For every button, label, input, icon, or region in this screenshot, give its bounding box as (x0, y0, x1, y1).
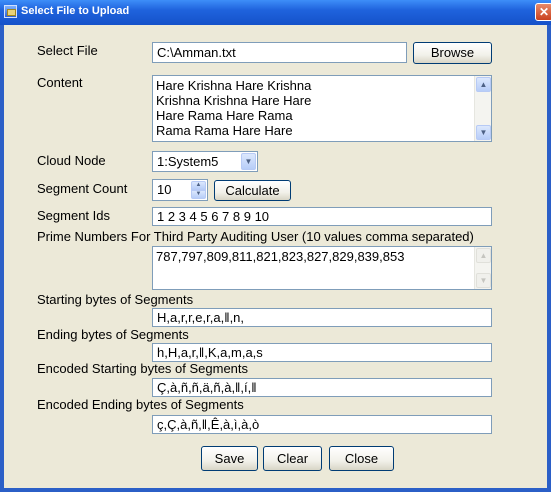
encoded-starting-bytes-field[interactable]: Ç,à,ñ,ñ,ä,ñ,à,‖,í,‖ (152, 378, 492, 397)
scroll-up-icon[interactable]: ▲ (476, 77, 491, 92)
app-icon (4, 5, 17, 18)
content-line: Krishna Krishna Hare Hare (156, 93, 312, 108)
save-button[interactable]: Save (201, 446, 258, 471)
encoded-starting-bytes-label: Encoded Starting bytes of Segments (37, 361, 249, 376)
content-line: Hare Krishna Hare Krishna (156, 78, 312, 93)
cloud-node-value: 1:System5 (157, 154, 219, 169)
content-label: Content (37, 75, 83, 90)
segment-count-value: 10 (157, 182, 172, 197)
calculate-button[interactable]: Calculate (214, 180, 291, 201)
spin-down-icon[interactable]: ▼ (191, 190, 206, 199)
content-line: Rama Rama Hare Hare (156, 123, 293, 138)
prime-numbers-label: Prime Numbers For Third Party Auditing U… (37, 229, 474, 244)
file-path-field[interactable]: C:\Amman.txt (152, 42, 407, 63)
upload-window: Select File to Upload ✕ Select File C:\A… (0, 0, 551, 492)
title-bar[interactable]: Select File to Upload ✕ (0, 0, 551, 25)
form-area: Select File C:\Amman.txt Browse Content … (4, 25, 547, 488)
scroll-down-icon[interactable]: ▼ (476, 125, 491, 140)
prime-numbers-value: 787,797,809,811,821,823,827,829,839,853 (156, 249, 405, 264)
ending-bytes-label: Ending bytes of Segments (37, 327, 189, 342)
starting-bytes-field[interactable]: H,a,r,r,e,r,a,‖,n, (152, 308, 492, 327)
starting-bytes-label: Starting bytes of Segments (37, 292, 194, 307)
prime-numbers-scrollbar[interactable]: ▲ ▼ (474, 247, 491, 289)
scroll-up-icon[interactable]: ▲ (476, 248, 491, 263)
close-button[interactable]: Close (329, 446, 394, 471)
chevron-down-icon[interactable]: ▼ (241, 153, 256, 170)
cloud-node-select[interactable]: 1:System5 ▼ (152, 151, 258, 172)
close-window-button[interactable]: ✕ (535, 3, 551, 21)
scroll-down-icon[interactable]: ▼ (476, 273, 491, 288)
spin-up-icon[interactable]: ▲ (191, 181, 206, 190)
encoded-ending-bytes-field[interactable]: ç,Ç,à,ñ,‖,Ê,à,ì,à,ò (152, 415, 492, 434)
segment-count-label: Segment Count (37, 181, 128, 196)
content-scrollbar[interactable]: ▲ ▼ (474, 76, 491, 141)
content-line: Hare Rama Hare Rama (156, 108, 293, 123)
select-file-label: Select File (37, 43, 98, 58)
segment-ids-field[interactable]: 1 2 3 4 5 6 7 8 9 10 (152, 207, 492, 226)
cloud-node-label: Cloud Node (37, 153, 106, 168)
clear-button[interactable]: Clear (263, 446, 322, 471)
window-title: Select File to Upload (21, 5, 130, 17)
spinner-icon[interactable]: ▲ ▼ (191, 181, 206, 199)
segment-ids-label: Segment Ids (37, 208, 110, 223)
prime-numbers-textarea[interactable]: 787,797,809,811,821,823,827,829,839,853 … (152, 246, 492, 290)
ending-bytes-field[interactable]: h,H,a,r,‖,K,a,m,a,s (152, 343, 492, 362)
content-textarea[interactable]: Hare Krishna Hare Krishna Krishna Krishn… (152, 75, 492, 142)
browse-button[interactable]: Browse (413, 42, 492, 64)
encoded-ending-bytes-label: Encoded Ending bytes of Segments (37, 397, 244, 412)
segment-count-stepper[interactable]: 10 ▲ ▼ (152, 179, 208, 201)
